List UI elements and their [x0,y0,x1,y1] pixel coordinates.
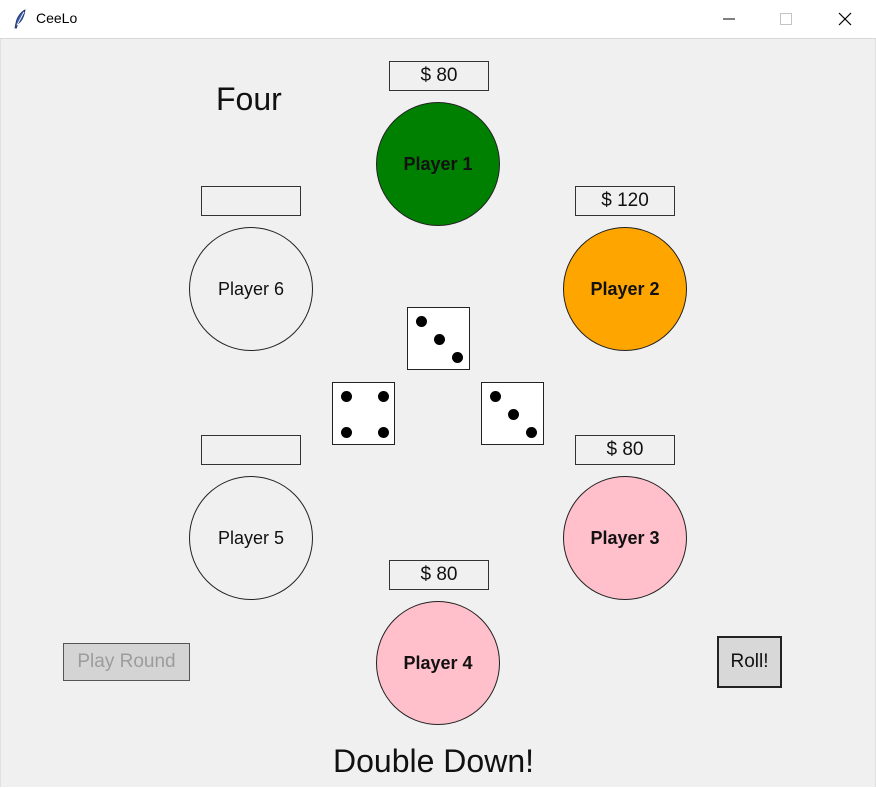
die-pip [490,391,501,402]
roll-button[interactable]: Roll! [717,636,782,688]
die-pip [416,316,427,327]
die-right [481,382,544,445]
player-5-money [201,435,301,465]
die-top [407,307,470,370]
game-canvas: Four $ 80 Player 1 $ 120 Player 2 $ 80 P… [0,39,876,787]
player-4-circle: Player 4 [376,601,500,725]
roll-result-label: Four [216,81,282,117]
player-4-money: $ 80 [389,560,489,590]
player-2-money: $ 120 [575,186,675,216]
status-message: Double Down! [333,743,534,779]
title-bar: CeeLo [0,0,876,39]
player-6-money [201,186,301,216]
die-pip [341,427,352,438]
window-title: CeeLo [36,10,78,26]
maximize-button[interactable] [763,0,809,38]
die-pip [508,409,519,420]
maximize-icon [780,13,792,25]
player-5-circle: Player 5 [189,476,313,600]
player-1-circle: Player 1 [376,102,500,226]
player-1-money: $ 80 [389,61,489,91]
play-round-button[interactable]: Play Round [63,643,190,681]
close-icon [838,12,852,26]
feather-icon [14,9,26,29]
minimize-button[interactable] [706,0,752,38]
die-pip [378,427,389,438]
minimize-icon [723,18,735,20]
die-pip [378,391,389,402]
die-pip [341,391,352,402]
die-pip [434,334,445,345]
die-pip [526,427,537,438]
player-3-money: $ 80 [575,435,675,465]
die-pip [452,352,463,363]
die-left [332,382,395,445]
player-2-circle: Player 2 [563,227,687,351]
close-button[interactable] [822,0,868,38]
player-3-circle: Player 3 [563,476,687,600]
player-6-circle: Player 6 [189,227,313,351]
